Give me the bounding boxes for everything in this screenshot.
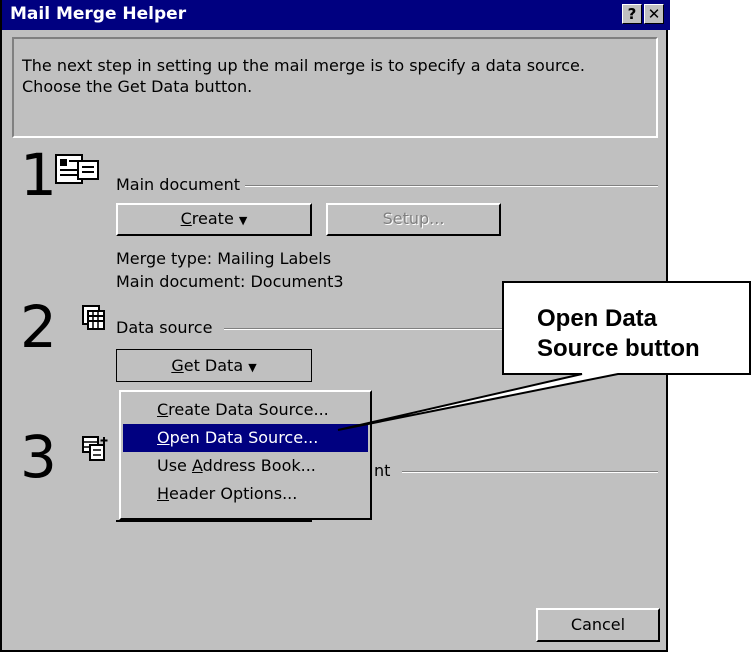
callout-text: Open Data Source button	[537, 304, 700, 364]
callout-line-1: Open Data	[537, 305, 658, 332]
callout-line-2: Source button	[537, 335, 700, 362]
